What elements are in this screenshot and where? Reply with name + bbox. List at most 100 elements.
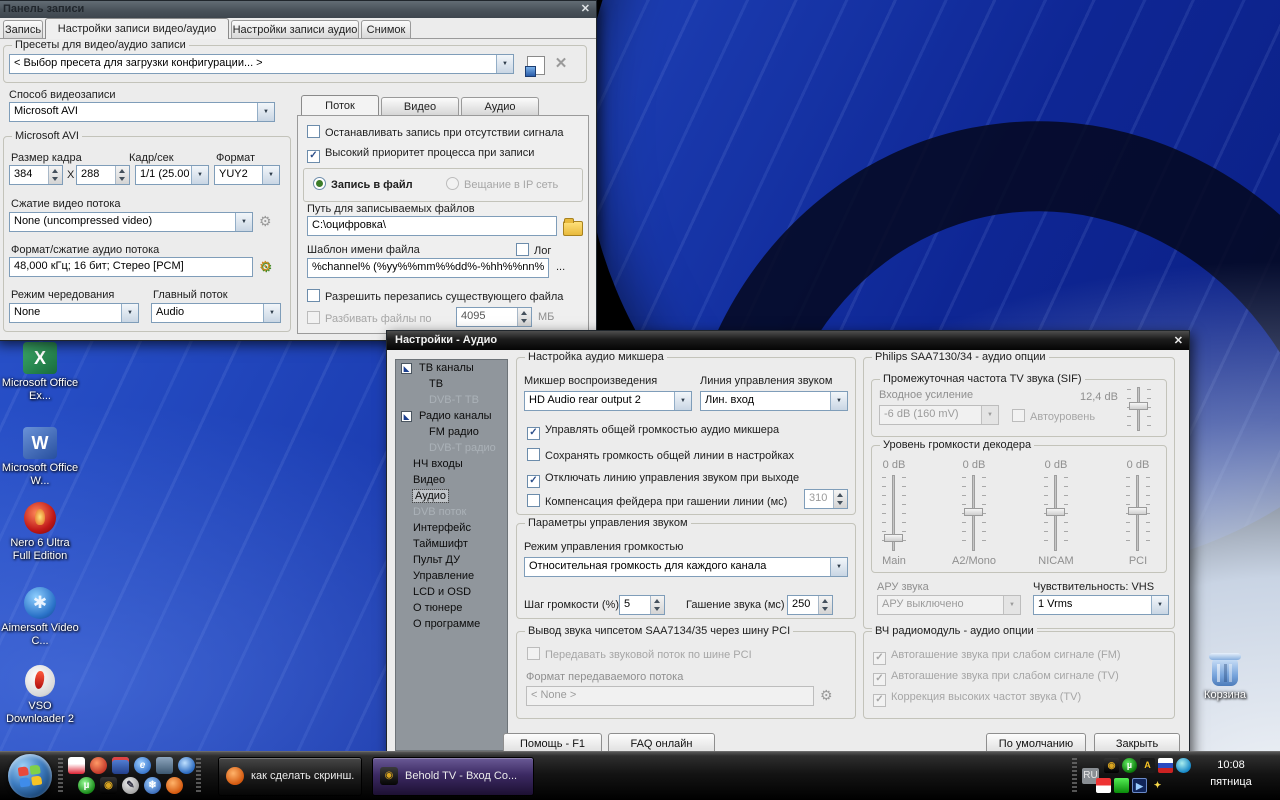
spinner-arrows-icon[interactable] xyxy=(818,596,832,614)
chevron-down-icon[interactable] xyxy=(1151,596,1168,614)
globe-icon[interactable] xyxy=(178,757,195,774)
chevron-down-icon[interactable] xyxy=(674,392,691,410)
chevron-down-icon[interactable] xyxy=(263,304,280,322)
save-volume-checkbox[interactable]: Сохранять громкость общей линии в настро… xyxy=(527,448,794,462)
record-to-file-radio[interactable]: Запись в файл xyxy=(313,177,413,191)
sensitivity-select[interactable]: 1 Vrms xyxy=(1033,595,1169,615)
video-method-select[interactable]: Microsoft AVI xyxy=(9,102,275,122)
tree-item-timeshift[interactable]: Таймшифт xyxy=(396,536,507,552)
snowflake-icon[interactable]: ❄ xyxy=(144,777,161,794)
template-more-button[interactable]: ... xyxy=(556,261,565,273)
spinner-arrows-icon[interactable] xyxy=(517,308,531,326)
log-checkbox[interactable]: Лог xyxy=(516,243,551,257)
behold-tv-icon[interactable]: ◉ xyxy=(100,777,117,794)
punto-switcher-icon[interactable]: A xyxy=(1140,758,1155,773)
behold-tray-icon[interactable]: ◉ xyxy=(1104,758,1119,773)
settings-titlebar[interactable]: Настройки - Аудио xyxy=(387,331,1189,350)
tree-item-tv-channels[interactable]: ТВ каналы xyxy=(396,360,507,376)
display-settings-icon[interactable] xyxy=(156,757,173,774)
firefox-icon[interactable] xyxy=(166,777,183,794)
delete-preset-icon[interactable] xyxy=(552,55,570,73)
player-tray-icon[interactable]: ▶ xyxy=(1132,778,1147,793)
tree-item-control[interactable]: Управление xyxy=(396,568,507,584)
filename-template-field[interactable]: %channel% (%yy%%mm%%dd%-%hh%%nn% xyxy=(307,258,549,278)
tab-record[interactable]: Запись xyxy=(3,20,43,39)
recorder-titlebar[interactable]: Панель записи xyxy=(0,1,596,18)
tree-item-video[interactable]: Видео xyxy=(396,472,507,488)
desktop-icon-vso[interactable]: VSO Downloader 2 xyxy=(0,665,80,726)
audio-codec-config-icon[interactable]: ⚙ xyxy=(259,258,272,274)
tree-item-fm-radio[interactable]: FM радио xyxy=(396,424,507,440)
close-icon[interactable] xyxy=(581,1,590,18)
subtab-stream[interactable]: Поток xyxy=(301,95,379,115)
checked-checkbox-icon[interactable] xyxy=(401,363,412,374)
slider-thumb[interactable] xyxy=(1046,508,1065,516)
desktop-icon-nero[interactable]: Nero 6 Ultra Full Edition xyxy=(0,502,80,563)
quicklaunch-grip[interactable] xyxy=(58,758,63,794)
tree-item-audio[interactable]: Аудио xyxy=(396,488,507,504)
chevron-down-icon[interactable] xyxy=(262,166,279,184)
mute-on-exit-checkbox[interactable]: Отключать линию управления звуком при вы… xyxy=(527,472,799,488)
tree-item-radio-channels[interactable]: Радио каналы xyxy=(396,408,507,424)
chevron-down-icon[interactable] xyxy=(830,392,847,410)
desktop-icon-aimersoft[interactable]: Aimersoft Video C... xyxy=(0,587,80,648)
spinner-arrows-icon[interactable] xyxy=(650,596,664,614)
stop-on-no-signal-checkbox[interactable]: Останавливать запись при отсутствии сигн… xyxy=(307,125,564,139)
record-path-field[interactable]: C:\оцифровка\ xyxy=(307,216,557,236)
line-control-select[interactable]: Лин. вход xyxy=(700,391,848,411)
close-icon[interactable] xyxy=(1174,332,1183,351)
browse-folder-icon[interactable] xyxy=(563,221,583,236)
taskbar-clock[interactable]: 10:08 пятница xyxy=(1188,752,1274,800)
tab-snapshot[interactable]: Снимок xyxy=(361,20,411,39)
save-preset-icon[interactable] xyxy=(527,56,545,75)
overwrite-checkbox[interactable]: Разрешить перезапись существующего файла xyxy=(307,289,563,303)
slider-thumb[interactable] xyxy=(964,508,983,516)
pen-tool-icon[interactable]: ✎ xyxy=(122,777,139,794)
video-codec-config-icon[interactable]: ⚙ xyxy=(259,213,272,229)
fps-select[interactable]: 1/1 (25.00) xyxy=(135,165,209,185)
internet-explorer-icon[interactable]: e xyxy=(134,757,151,774)
chevron-down-icon[interactable] xyxy=(830,558,847,576)
tree-item-tv[interactable]: ТВ xyxy=(396,376,507,392)
high-priority-checkbox[interactable]: Высокий приоритет процесса при записи xyxy=(307,147,534,163)
playback-mixer-select[interactable]: HD Audio rear output 2 xyxy=(524,391,692,411)
audio-format-field[interactable]: 48,000 кГц; 16 бит; Стерео [PCM] xyxy=(9,257,253,277)
checked-checkbox-icon[interactable] xyxy=(401,411,412,422)
volume-mode-select[interactable]: Относительная громкость для каждого кана… xyxy=(524,557,848,577)
taskbar-grip[interactable] xyxy=(196,758,201,794)
frame-width-stepper[interactable]: 384 xyxy=(9,165,63,185)
utorrent-tray-icon[interactable]: µ xyxy=(1122,758,1137,773)
master-volume-checkbox[interactable]: Управлять общей громкостью аудио микшера xyxy=(527,424,779,440)
magic-wand-icon[interactable]: ✦ xyxy=(1150,778,1165,793)
russian-flag-icon[interactable] xyxy=(1158,758,1173,773)
subtab-audio[interactable]: Аудио xyxy=(461,97,539,115)
slider-thumb[interactable] xyxy=(1128,507,1147,515)
slider-thumb[interactable] xyxy=(1129,402,1148,410)
task-button-behold-tv[interactable]: ◉ Behold TV - Вход Co... xyxy=(372,757,534,796)
frame-height-stepper[interactable]: 288 xyxy=(76,165,130,185)
main-stream-select[interactable]: Audio xyxy=(151,303,281,323)
status-green-icon[interactable] xyxy=(1114,778,1129,793)
start-button[interactable] xyxy=(8,754,52,798)
floppy-icon[interactable] xyxy=(112,757,129,774)
video-compression-select[interactable]: None (uncompressed video) xyxy=(9,212,253,232)
chevron-down-icon[interactable] xyxy=(257,103,274,121)
interleave-select[interactable]: None xyxy=(9,303,139,323)
subtab-video[interactable]: Видео xyxy=(381,97,459,115)
tree-item-about-tuner[interactable]: О тюнере xyxy=(396,600,507,616)
calendar-icon[interactable] xyxy=(68,757,85,774)
tree-item-interface[interactable]: Интерфейс xyxy=(396,520,507,536)
spinner-arrows-icon[interactable] xyxy=(115,166,129,184)
chevron-down-icon[interactable] xyxy=(496,55,513,73)
tree-item-about-program[interactable]: О программе xyxy=(396,616,507,632)
chevron-down-icon[interactable] xyxy=(191,166,208,184)
volume-step-stepper[interactable]: 5 xyxy=(619,595,665,615)
utorrent-icon[interactable]: µ xyxy=(78,777,95,794)
tree-item-lf-inputs[interactable]: НЧ входы xyxy=(396,456,507,472)
tree-item-remote[interactable]: Пульт ДУ xyxy=(396,552,507,568)
desktop-icon-recycle-bin[interactable]: Корзина xyxy=(1185,658,1265,702)
tab-video-audio-settings[interactable]: Настройки записи видео/аудио xyxy=(45,18,229,39)
tray-grip[interactable] xyxy=(1072,758,1077,794)
chevron-down-icon[interactable] xyxy=(121,304,138,322)
spinner-arrows-icon[interactable] xyxy=(48,166,62,184)
